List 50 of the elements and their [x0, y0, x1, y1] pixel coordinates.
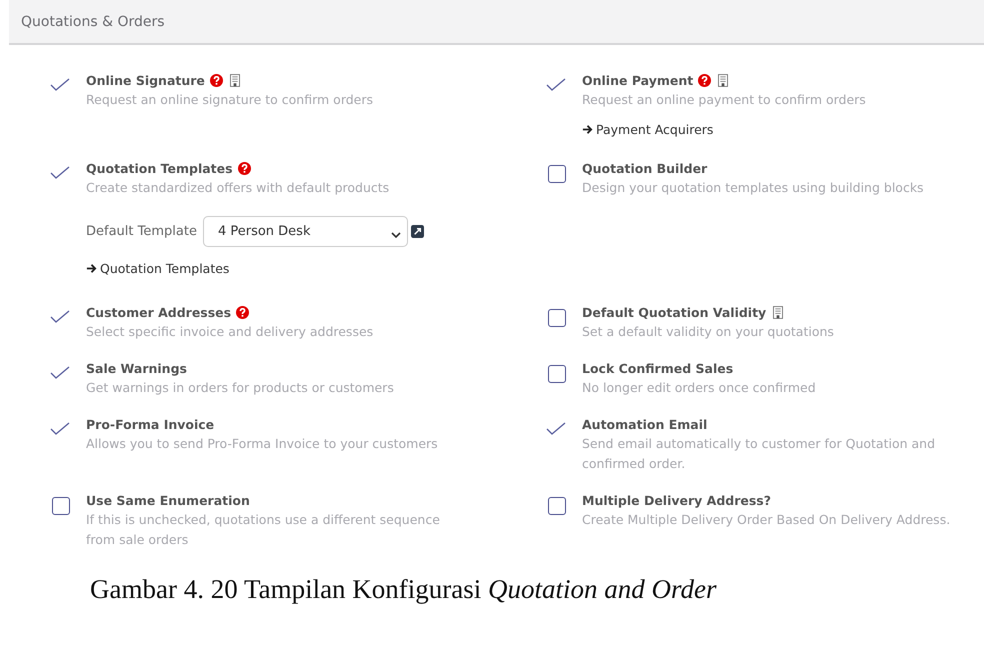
setting-description: Send email automatically to customer for Quotation and confirmed order. [582, 435, 936, 473]
checkmark-icon[interactable] [50, 166, 70, 180]
setting-title: Quotation Templates [86, 160, 233, 176]
checkmark-icon[interactable] [50, 310, 70, 324]
help-icon[interactable] [698, 74, 712, 86]
setting-description: Get warnings in orders for products or customers [86, 379, 395, 397]
section-title: Quotations & Orders [21, 14, 165, 30]
figure-caption: Gambar 4. 20 Tampilan Konfigurasi Quotation and Order [90, 574, 717, 605]
arrow-icon [582, 124, 593, 135]
setting-description: Design your quotation templates using building blocks [582, 179, 925, 197]
setting-description: Select specific invoice and delivery addresses [86, 323, 374, 341]
checkmark-icon[interactable] [50, 422, 70, 436]
field-label: Default Template [86, 224, 197, 239]
help-icon[interactable] [210, 74, 223, 86]
setting-title: Online Payment [582, 72, 694, 88]
settings-link[interactable]: Quotation Templates [86, 261, 230, 276]
template-select[interactable]: 4 Person Desk [202, 216, 408, 247]
setting-description: Create Multiple Delivery Order Based On Delivery Address. [582, 511, 952, 529]
setting-description: No longer edit orders once confirmed [582, 379, 817, 397]
checkbox[interactable] [52, 497, 70, 515]
setting-title: Lock Confirmed Sales [582, 360, 734, 376]
setting-title: Automation Email [582, 416, 708, 432]
setting-title: Default Quotation Validity [582, 304, 766, 320]
checkmark-icon[interactable] [546, 422, 566, 436]
help-icon[interactable] [238, 162, 251, 174]
checkmark-icon[interactable] [50, 366, 70, 380]
checkbox[interactable] [548, 165, 566, 183]
setting-description: Create standardized offers with default products [86, 179, 390, 197]
setting-title: Pro-Forma Invoice [86, 416, 214, 432]
arrow-icon [86, 263, 97, 274]
checkmark-icon[interactable] [50, 78, 70, 92]
setting-description: If this is unchecked, quotations use a different sequence from sale orders [86, 511, 441, 549]
setting-title: Multiple Delivery Address? [582, 492, 772, 508]
help-icon[interactable] [236, 306, 250, 318]
checkbox[interactable] [548, 365, 566, 383]
setting-title: Use Same Enumeration [86, 492, 250, 508]
checkbox[interactable] [548, 309, 566, 327]
setting-description: Request an online signature to confirm orders [86, 91, 374, 109]
setting-title: Customer Addresses [86, 304, 232, 320]
setting-description: Set a default validity on your quotations [582, 323, 835, 341]
setting-description: Request an online payment to confirm orders [582, 91, 867, 109]
setting-title: Quotation Builder [582, 160, 708, 176]
setting-title: Sale Warnings [86, 360, 187, 376]
external-link-icon[interactable] [410, 225, 424, 238]
setting-title: Online Signature [86, 72, 205, 88]
checkbox[interactable] [548, 497, 566, 515]
settings-link[interactable]: Payment Acquirers [582, 122, 714, 137]
caret-icon [390, 232, 401, 238]
checkmark-icon[interactable] [546, 78, 566, 92]
setting-description: Allows you to send Pro-Forma Invoice to your customers [86, 435, 439, 453]
